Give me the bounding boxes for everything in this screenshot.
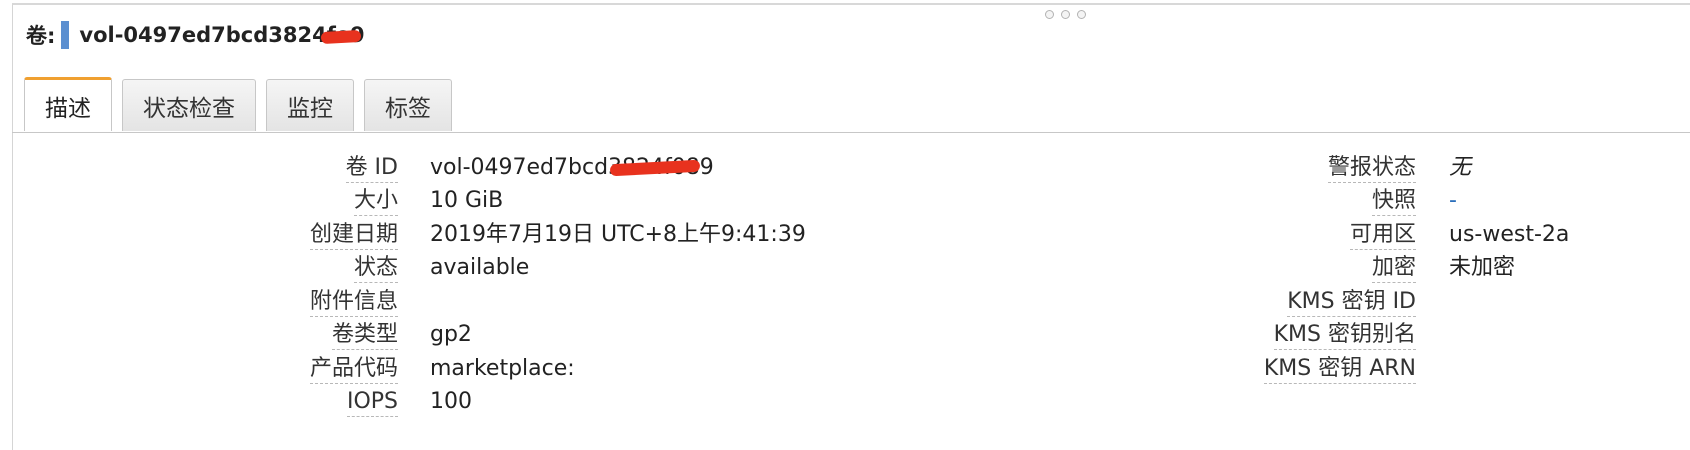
field-value: available — [430, 255, 530, 280]
resize-handle[interactable] — [1045, 10, 1086, 19]
field-label: KMS 密钥别名 — [1273, 321, 1416, 350]
field-label: KMS 密钥 ARN — [1263, 355, 1416, 384]
field-label: 创建日期 — [309, 221, 398, 250]
tab-divider — [12, 132, 1690, 133]
field-label: 卷类型 — [331, 321, 398, 350]
field-value: gp2 — [430, 322, 472, 347]
field-label: KMS 密钥 ID — [1287, 288, 1416, 317]
field-value: 2019年7月19日 UTC+8上午9:41:39 — [430, 222, 806, 247]
field-label: 卷 ID — [345, 154, 398, 183]
redaction-mark — [320, 29, 362, 45]
field-label: 加密 — [1371, 254, 1416, 283]
volume-header: 卷: vol-0497ed7bcd3824fe9 — [26, 20, 365, 50]
volume-header-prefix: 卷: — [26, 24, 56, 48]
field-label: 大小 — [353, 187, 398, 216]
field-value: 10 GiB — [430, 188, 504, 213]
field-label: 警报状态 — [1327, 154, 1416, 183]
grip-dot-icon — [1077, 10, 1086, 19]
field-value: us-west-2a — [1449, 222, 1570, 247]
field-label: IOPS — [346, 388, 398, 417]
tab-description[interactable]: 描述 — [24, 77, 112, 131]
field-label: 可用区 — [1349, 221, 1416, 250]
field-label: 产品代码 — [309, 355, 398, 384]
tab-bar: 描述 状态检查 监控 标签 — [24, 77, 452, 133]
tab-tags[interactable]: 标签 — [364, 79, 452, 131]
tab-status-checks[interactable]: 状态检查 — [122, 79, 256, 131]
field-value: 未加密 — [1449, 255, 1516, 280]
tab-monitoring[interactable]: 监控 — [266, 79, 354, 131]
grip-dot-icon — [1045, 10, 1054, 19]
volume-color-bar — [61, 21, 70, 49]
field-value: 无 — [1449, 155, 1472, 180]
grip-dot-icon — [1061, 10, 1070, 19]
snapshot-link[interactable]: - — [1449, 187, 1457, 215]
field-label: 快照 — [1371, 187, 1416, 216]
details-panel — [12, 3, 1690, 450]
field-label: 附件信息 — [309, 288, 398, 317]
field-value: 100 — [430, 389, 472, 414]
field-value: marketplace: — [430, 356, 575, 381]
field-label: 状态 — [353, 254, 398, 283]
